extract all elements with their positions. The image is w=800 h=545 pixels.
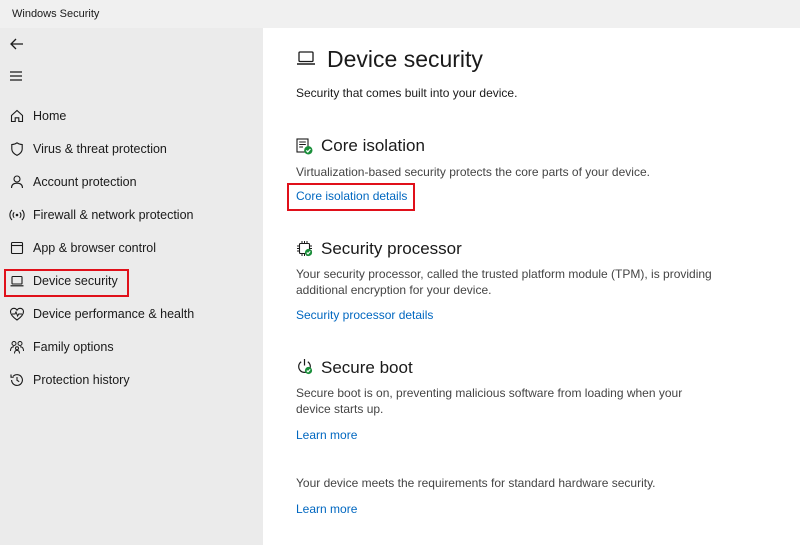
sidebar-item-protection-history[interactable]: Protection history (4, 365, 256, 395)
family-icon (10, 341, 24, 354)
sidebar-item-account[interactable]: Account protection (4, 167, 256, 197)
sidebar-item-label: App & browser control (33, 241, 156, 255)
selection-highlight-box (4, 269, 129, 297)
sidebar-item-label: Home (33, 109, 67, 123)
sidebar-item-firewall[interactable]: Firewall & network protection (4, 200, 256, 230)
sidebar-item-label: Firewall & network protection (33, 208, 194, 222)
footer-learn-more-link[interactable]: Learn more (296, 502, 357, 516)
back-button[interactable] (6, 34, 28, 54)
heart-pulse-icon (9, 307, 25, 321)
sidebar-item-virus-threat[interactable]: Virus & threat protection (4, 134, 256, 164)
section-title-security-processor: Security processor (321, 239, 462, 258)
sidebar-item-label: Virus & threat protection (33, 142, 167, 156)
security-processor-details-link[interactable]: Security processor details (296, 308, 433, 322)
sidebar-item-label: Account protection (33, 175, 137, 189)
home-icon (10, 109, 24, 123)
menu-button[interactable] (6, 67, 28, 85)
hamburger-icon (10, 71, 22, 81)
hardware-security-status: Your device meets the requirements for s… (296, 476, 656, 490)
section-description-core-isolation: Virtualization-based security protects t… (296, 165, 650, 179)
power-icon (298, 359, 313, 375)
window-title: Windows Security (12, 8, 100, 20)
link-highlight-box (287, 183, 415, 211)
section-description-security-processor: Your security processor, called the trus… (296, 267, 712, 297)
laptop-icon (297, 51, 315, 65)
sidebar-item-label: Family options (33, 340, 114, 354)
page-subtitle: Security that comes built into your devi… (296, 86, 518, 100)
shield-icon (11, 142, 23, 157)
app-window-icon (10, 241, 24, 255)
person-icon (10, 175, 24, 189)
history-icon (10, 374, 23, 386)
page-title: Device security (327, 46, 483, 72)
wireless-icon (9, 209, 25, 221)
sidebar-item-label: Device performance & health (33, 307, 195, 321)
back-arrow-icon (10, 38, 23, 50)
sidebar: Home Virus & threat protection Account p… (0, 28, 263, 545)
sidebar-item-label: Protection history (33, 373, 130, 387)
title-bar: Windows Security (0, 0, 800, 28)
main-content: Device security Security that comes buil… (263, 28, 800, 545)
core-isolation-icon (296, 138, 313, 155)
section-description-secure-boot: Secure boot is on, preventing malicious … (296, 386, 683, 416)
sidebar-item-home[interactable]: Home (4, 101, 256, 131)
chip-icon (297, 241, 313, 257)
sidebar-item-app-browser[interactable]: App & browser control (4, 233, 256, 263)
section-title-secure-boot: Secure boot (321, 358, 413, 377)
sidebar-item-family[interactable]: Family options (4, 332, 256, 362)
sidebar-item-performance-health[interactable]: Device performance & health (4, 299, 256, 329)
section-title-core-isolation: Core isolation (321, 136, 425, 155)
secure-boot-learn-more-link[interactable]: Learn more (296, 428, 357, 442)
